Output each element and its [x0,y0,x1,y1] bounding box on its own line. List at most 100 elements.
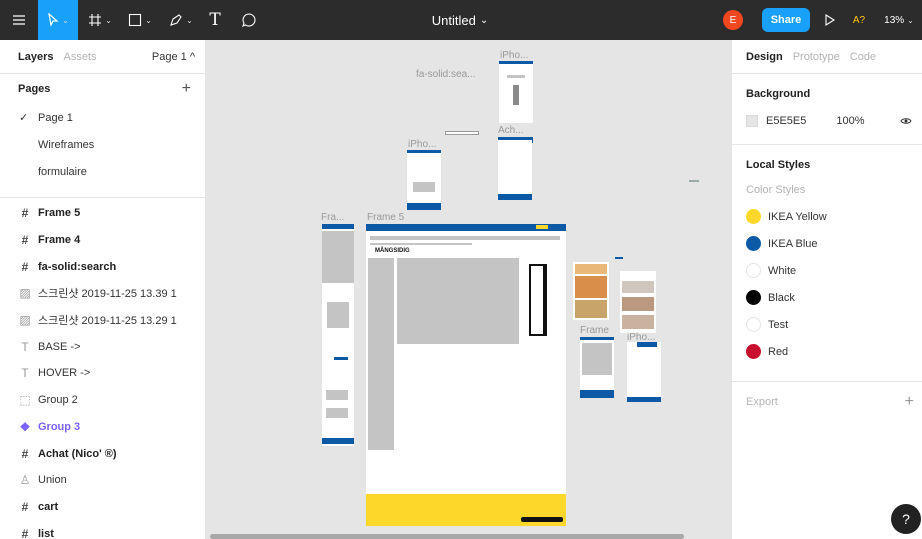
layers-panel-header: Layers Assets Page 1 ^ [0,40,205,74]
document-title[interactable]: Untitled ⌄ [380,0,540,40]
style-black[interactable]: Black [732,284,922,311]
layer-frame-5[interactable]: # Frame 5 [0,200,205,227]
hamburger-menu-icon[interactable] [0,0,38,40]
tab-code[interactable]: Code [850,51,876,63]
tab-layers[interactable]: Layers [18,51,53,63]
layer-label: HOVER -> [38,367,91,380]
page-item-formulaire[interactable]: formulaire [0,158,205,185]
image-area [622,281,654,293]
tab-design[interactable]: Design [746,51,783,63]
document-title-text: Untitled [431,12,476,28]
text-layer-icon: T [21,339,29,354]
style-red[interactable]: Red [732,338,922,365]
placeholder-block [507,75,525,78]
eye-icon[interactable] [900,114,912,128]
color-swatch [746,236,761,251]
layer-list[interactable]: # list [0,520,205,539]
layer-screenshot-2[interactable]: ▨ 스크린샷 2019-11-25 13.29 1 [0,307,205,334]
frame-icon [89,14,102,26]
layer-label: cart [38,500,59,513]
main-image-placeholder [397,258,519,344]
background-hex[interactable]: E5E5E5 [766,115,806,127]
frame-tool-button[interactable]: ⌄ [82,0,118,40]
layer-base[interactable]: T BASE -> [0,333,205,360]
frame-iphone-top[interactable] [499,61,533,143]
tab-assets[interactable]: Assets [63,51,96,63]
add-export-icon[interactable]: + [905,393,914,411]
frame-small[interactable] [580,337,614,398]
style-white[interactable]: White [732,257,922,284]
frame-title-iphone-top[interactable]: iPho... [500,50,528,61]
layer-screenshot-1[interactable]: ▨ 스크린샷 2019-11-25 13.39 1 [0,280,205,307]
layer-frame-4[interactable]: # Frame 4 [0,227,205,254]
canvas[interactable]: iPho... fa-solid:sea... iPho... Ach... F… [206,40,731,539]
frame-iphone-left[interactable] [407,150,441,210]
small-blue-element[interactable] [615,257,623,259]
style-ikea-blue[interactable]: IKEA Blue [732,230,922,257]
layer-union[interactable]: ♙ Union [0,467,205,494]
tab-prototype[interactable]: Prototype [793,51,840,63]
page-selector[interactable]: Page 1 ^ [152,51,195,63]
logo-placeholder [536,225,548,229]
shape-tool-button[interactable]: ⌄ [122,0,158,40]
search-bar-element[interactable] [445,131,479,135]
style-name: IKEA Blue [768,237,818,250]
screenshot-image-2[interactable] [620,271,656,333]
help-button[interactable]: ? [891,504,921,534]
share-button[interactable]: Share [762,8,810,32]
frame-icon: # [21,259,29,274]
layer-label: 스크린샷 2019-11-25 13.39 1 [38,288,177,301]
background-opacity[interactable]: 100% [836,115,864,127]
style-test[interactable]: Test [732,311,922,338]
frame-title-fa-search[interactable]: fa-solid:sea... [416,69,475,80]
pages-header: Pages + [0,74,205,104]
style-ikea-yellow[interactable]: IKEA Yellow [732,203,922,230]
frame-title-fra[interactable]: Fra... [321,212,344,223]
layer-achat[interactable]: # Achat (Nico' ®) [0,440,205,467]
frame-5[interactable]: MÅNGSIDIG [366,224,566,526]
layer-group-3[interactable]: ❖ Group 3 [0,414,205,441]
frame-icon: # [21,233,29,248]
comment-tool-button[interactable] [236,0,262,40]
move-cursor-icon [48,13,59,27]
small-element[interactable] [689,180,699,182]
frame-title-ach[interactable]: Ach... [498,125,524,136]
frame-achat[interactable] [498,137,532,200]
header-bar [499,61,533,64]
present-button[interactable] [820,0,840,40]
page-item-page-1[interactable]: ✓ Page 1 [0,104,205,131]
move-tool-button[interactable]: ⌄ [38,0,78,40]
icon-column [529,264,547,336]
frame-iphone-right[interactable] [627,342,661,402]
style-name: Test [768,318,789,331]
screenshot-image-1[interactable] [573,262,609,320]
frame-title-frame[interactable]: Frame [580,325,609,336]
frame-fra[interactable] [322,224,354,446]
pen-tool-button[interactable]: ⌄ [162,0,200,40]
component-icon: ❖ [19,419,31,434]
frame-title-frame-5[interactable]: Frame 5 [367,212,404,223]
layer-group-2[interactable]: ⬚ Group 2 [0,387,205,414]
layer-cart[interactable]: # cart [0,494,205,521]
layer-label: Group 2 [38,394,78,407]
layer-label: fa-solid:search [38,260,117,273]
add-page-icon[interactable]: + [182,80,191,98]
pages-title: Pages [18,83,51,95]
background-swatch[interactable] [746,115,758,127]
layer-fa-solid-search[interactable]: # fa-solid:search [0,253,205,280]
layer-label: 스크린샷 2019-11-25 13.29 1 [38,315,177,328]
horizontal-scrollbar[interactable] [210,534,684,539]
frame-title-iphone-left[interactable]: iPho... [408,139,436,150]
background-row[interactable]: E5E5E5 100% [732,106,922,136]
color-styles-label: Color Styles [746,184,806,196]
page-item-wireframes[interactable]: Wireframes [0,131,205,158]
header-bar [407,150,441,153]
rectangle-icon [129,13,142,27]
font-warning-button[interactable]: A? [846,0,872,40]
header-bar [322,224,354,229]
layer-hover[interactable]: T HOVER -> [0,360,205,387]
image-area [622,315,654,329]
avatar[interactable]: E [723,10,743,30]
text-tool-button[interactable]: T [202,0,228,40]
zoom-menu[interactable]: 13% ⌄ [876,0,922,40]
